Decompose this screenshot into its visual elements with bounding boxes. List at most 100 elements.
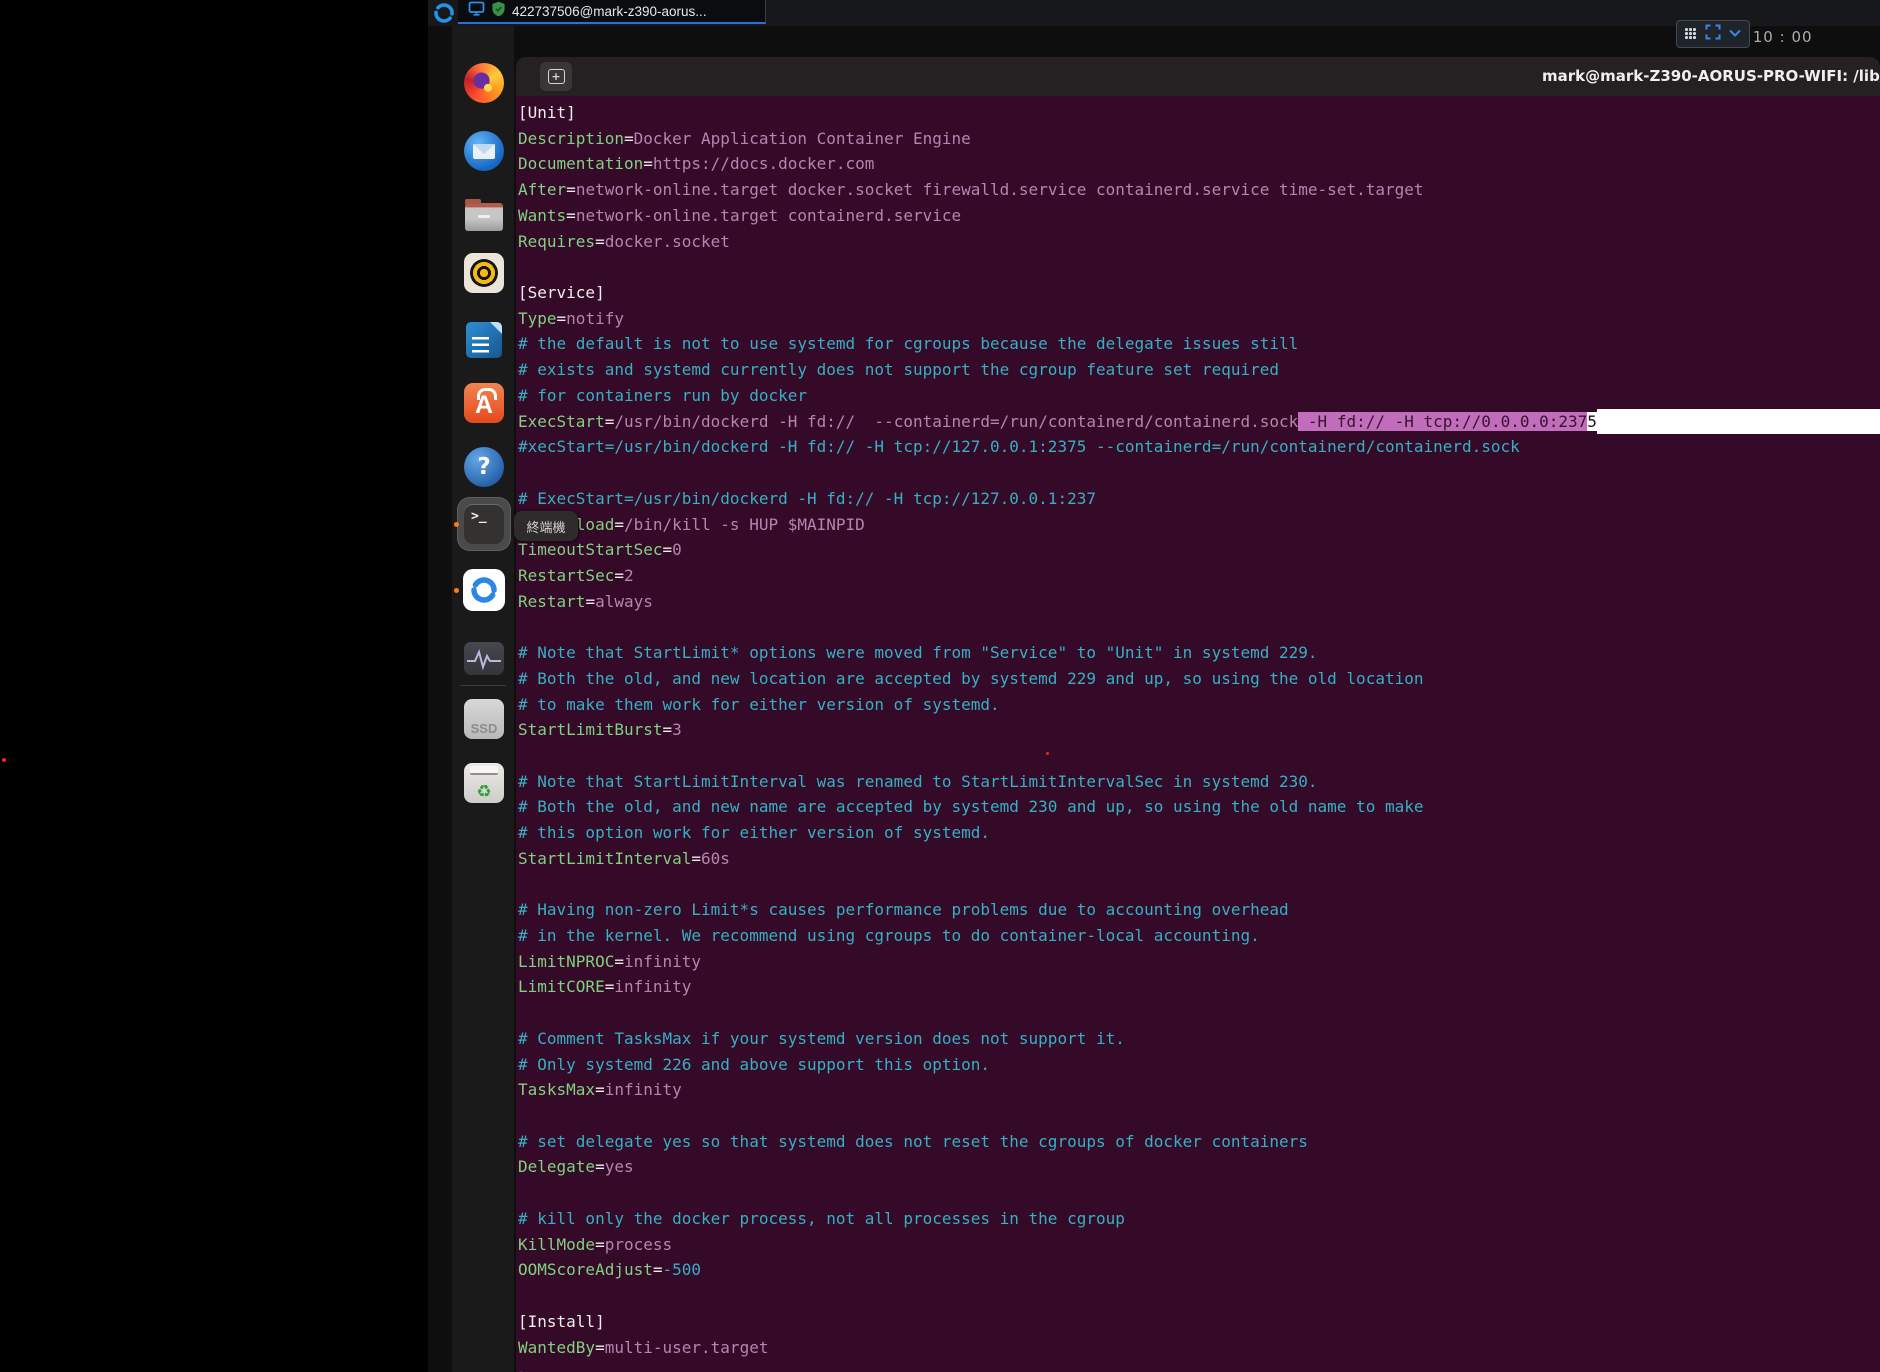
system-monitor-icon (464, 642, 504, 675)
dock: ? >_ SSD ♻ (452, 26, 514, 1372)
terminal-line: # Comment TasksMax if your systemd versi… (518, 1026, 1880, 1052)
terminal-line: Type=notify (518, 306, 1880, 332)
terminal-line: OOMScoreAdjust=-500 (518, 1257, 1880, 1283)
grid-icon[interactable] (1685, 28, 1697, 40)
terminal-headerbar[interactable]: + mark@mark-Z390-AORUS-PRO-WIFI: /lib/sy… (516, 57, 1880, 97)
terminal-icon: >_ (464, 504, 504, 544)
terminal-line (518, 1283, 1880, 1309)
terminal-line: TasksMax=infinity (518, 1077, 1880, 1103)
dock-item-terminal[interactable]: >_ (457, 497, 511, 551)
terminal-line: ExecStart=/usr/bin/dockerd -H fd:// --co… (518, 409, 1880, 435)
dock-item-files[interactable] (462, 192, 506, 236)
terminal-line (518, 460, 1880, 486)
remote-client-tabbar: 422737506@mark-z390-aorus... (428, 0, 1880, 26)
terminal-line: # exists and systemd currently does not … (518, 357, 1880, 383)
dock-item-trash[interactable]: ♻ (462, 761, 506, 805)
terminal-line: KillMode=process (518, 1232, 1880, 1258)
terminal-line: Requires=docker.socket (518, 229, 1880, 255)
terminal-line: # this option work for either version of… (518, 820, 1880, 846)
terminal-line: # to make them work for either version o… (518, 692, 1880, 718)
dock-item-thunderbird[interactable] (462, 129, 506, 173)
software-store-icon (464, 383, 504, 423)
terminal-line: #xecStart=/usr/bin/dockerd -H fd:// -H t… (518, 434, 1880, 460)
help-icon: ? (464, 447, 504, 487)
active-app-frame: >_ (457, 497, 511, 551)
terminal-line: [Unit] (518, 100, 1880, 126)
terminal-line: ~ (518, 1360, 1880, 1372)
terminal-line (518, 1103, 1880, 1129)
ssd-drive-icon: SSD (464, 699, 504, 739)
files-folder-icon (465, 203, 503, 231)
thunderbird-icon (464, 131, 504, 171)
terminal-line: [Install] (518, 1309, 1880, 1335)
terminal-line: Documentation=https://docs.docker.com (518, 151, 1880, 177)
libreoffice-icon (466, 322, 502, 358)
terminal-line: # for containers run by docker (518, 383, 1880, 409)
terminal-line: # Having non-zero Limit*s causes perform… (518, 897, 1880, 923)
terminal-line: # Both the old, and new location are acc… (518, 666, 1880, 692)
terminal-line (518, 1180, 1880, 1206)
terminal-line: StartLimitInterval=60s (518, 846, 1880, 872)
dock-item-ssd-drive[interactable]: SSD (462, 697, 506, 741)
terminal-line: # in the kernel. We recommend using cgro… (518, 923, 1880, 949)
terminal-line: # Only systemd 226 and above support thi… (518, 1052, 1880, 1078)
firefox-icon (464, 63, 504, 103)
monitor-icon (468, 1, 485, 22)
dock-item-firefox[interactable] (462, 61, 506, 105)
terminal-line: RestartSec=2 (518, 563, 1880, 589)
dock-item-rhythmbox[interactable] (462, 251, 506, 295)
dock-item-remote-desktop[interactable] (462, 568, 506, 612)
dock-item-system-monitor[interactable] (462, 636, 506, 680)
terminal-line: LimitCORE=infinity (518, 974, 1880, 1000)
running-indicator (454, 522, 459, 527)
remote-desktop-icon (463, 569, 505, 611)
dock-tooltip-terminal: 終端機 (514, 511, 578, 541)
new-tab-button[interactable]: + (540, 62, 572, 91)
terminal-line: After=network-online.target docker.socke… (518, 177, 1880, 203)
terminal-line: # set delegate yes so that systemd does … (518, 1129, 1880, 1155)
red-dot-artifact (1046, 752, 1049, 755)
terminal-line (518, 872, 1880, 898)
terminal-window: + mark@mark-Z390-AORUS-PRO-WIFI: /lib/sy… (516, 57, 1880, 1372)
remote-client-logo-icon[interactable] (432, 1, 456, 25)
terminal-line: # the default is not to use systemd for … (518, 331, 1880, 357)
terminal-line: TimeoutStartSec=0 (518, 537, 1880, 563)
chevron-down-icon[interactable] (1729, 25, 1741, 43)
terminal-line: # Note that StartLimitInterval was renam… (518, 769, 1880, 795)
red-dot-artifact (2, 758, 6, 762)
dock-item-software-store[interactable] (462, 381, 506, 425)
terminal-line (518, 1000, 1880, 1026)
dock-divider (460, 685, 506, 686)
terminal-line: Description=Docker Application Container… (518, 126, 1880, 152)
terminal-line: [Service] (518, 280, 1880, 306)
terminal-line (518, 743, 1880, 769)
terminal-line: ExecReload=/bin/kill -s HUP $MAINPID (518, 512, 1880, 538)
terminal-title: mark@mark-Z390-AORUS-PRO-WIFI: /lib/syst… (1542, 67, 1880, 85)
terminal-line: WantedBy=multi-user.target (518, 1335, 1880, 1361)
remote-client-float-toolbar (1676, 20, 1750, 48)
terminal-line: # Both the old, and new name are accepte… (518, 794, 1880, 820)
fullscreen-icon[interactable] (1705, 24, 1721, 45)
new-tab-icon: + (548, 69, 565, 84)
rhythmbox-icon (464, 253, 504, 293)
terminal-line: StartLimitBurst=3 (518, 717, 1880, 743)
terminal-line (518, 254, 1880, 280)
remote-session-tab[interactable]: 422737506@mark-z390-aorus... (458, 0, 766, 24)
terminal-line: # ExecStart=/usr/bin/dockerd -H fd:// -H… (518, 486, 1880, 512)
trash-icon: ♻ (464, 763, 504, 803)
secure-shield-icon (491, 1, 506, 22)
terminal-lines: [Unit]Description=Docker Application Con… (518, 100, 1880, 1372)
terminal-line: Restart=always (518, 589, 1880, 615)
terminal-line: Delegate=yes (518, 1154, 1880, 1180)
terminal-line: # Note that StartLimit* options were mov… (518, 640, 1880, 666)
selection-fill (1597, 409, 1880, 435)
tab-title: 422737506@mark-z390-aorus... (512, 4, 707, 19)
screen: 422737506@mark-z390-aorus... 日 10 : 00 ?… (0, 0, 1880, 1372)
terminal-line (518, 614, 1880, 640)
terminal-line: Wants=network-online.target containerd.s… (518, 203, 1880, 229)
dock-item-libreoffice[interactable] (462, 318, 506, 362)
terminal-line: LimitNPROC=infinity (518, 949, 1880, 975)
dock-item-help[interactable]: ? (462, 445, 506, 489)
terminal-screen[interactable]: [Unit]Description=Docker Application Con… (516, 96, 1880, 1372)
running-indicator (454, 588, 459, 593)
